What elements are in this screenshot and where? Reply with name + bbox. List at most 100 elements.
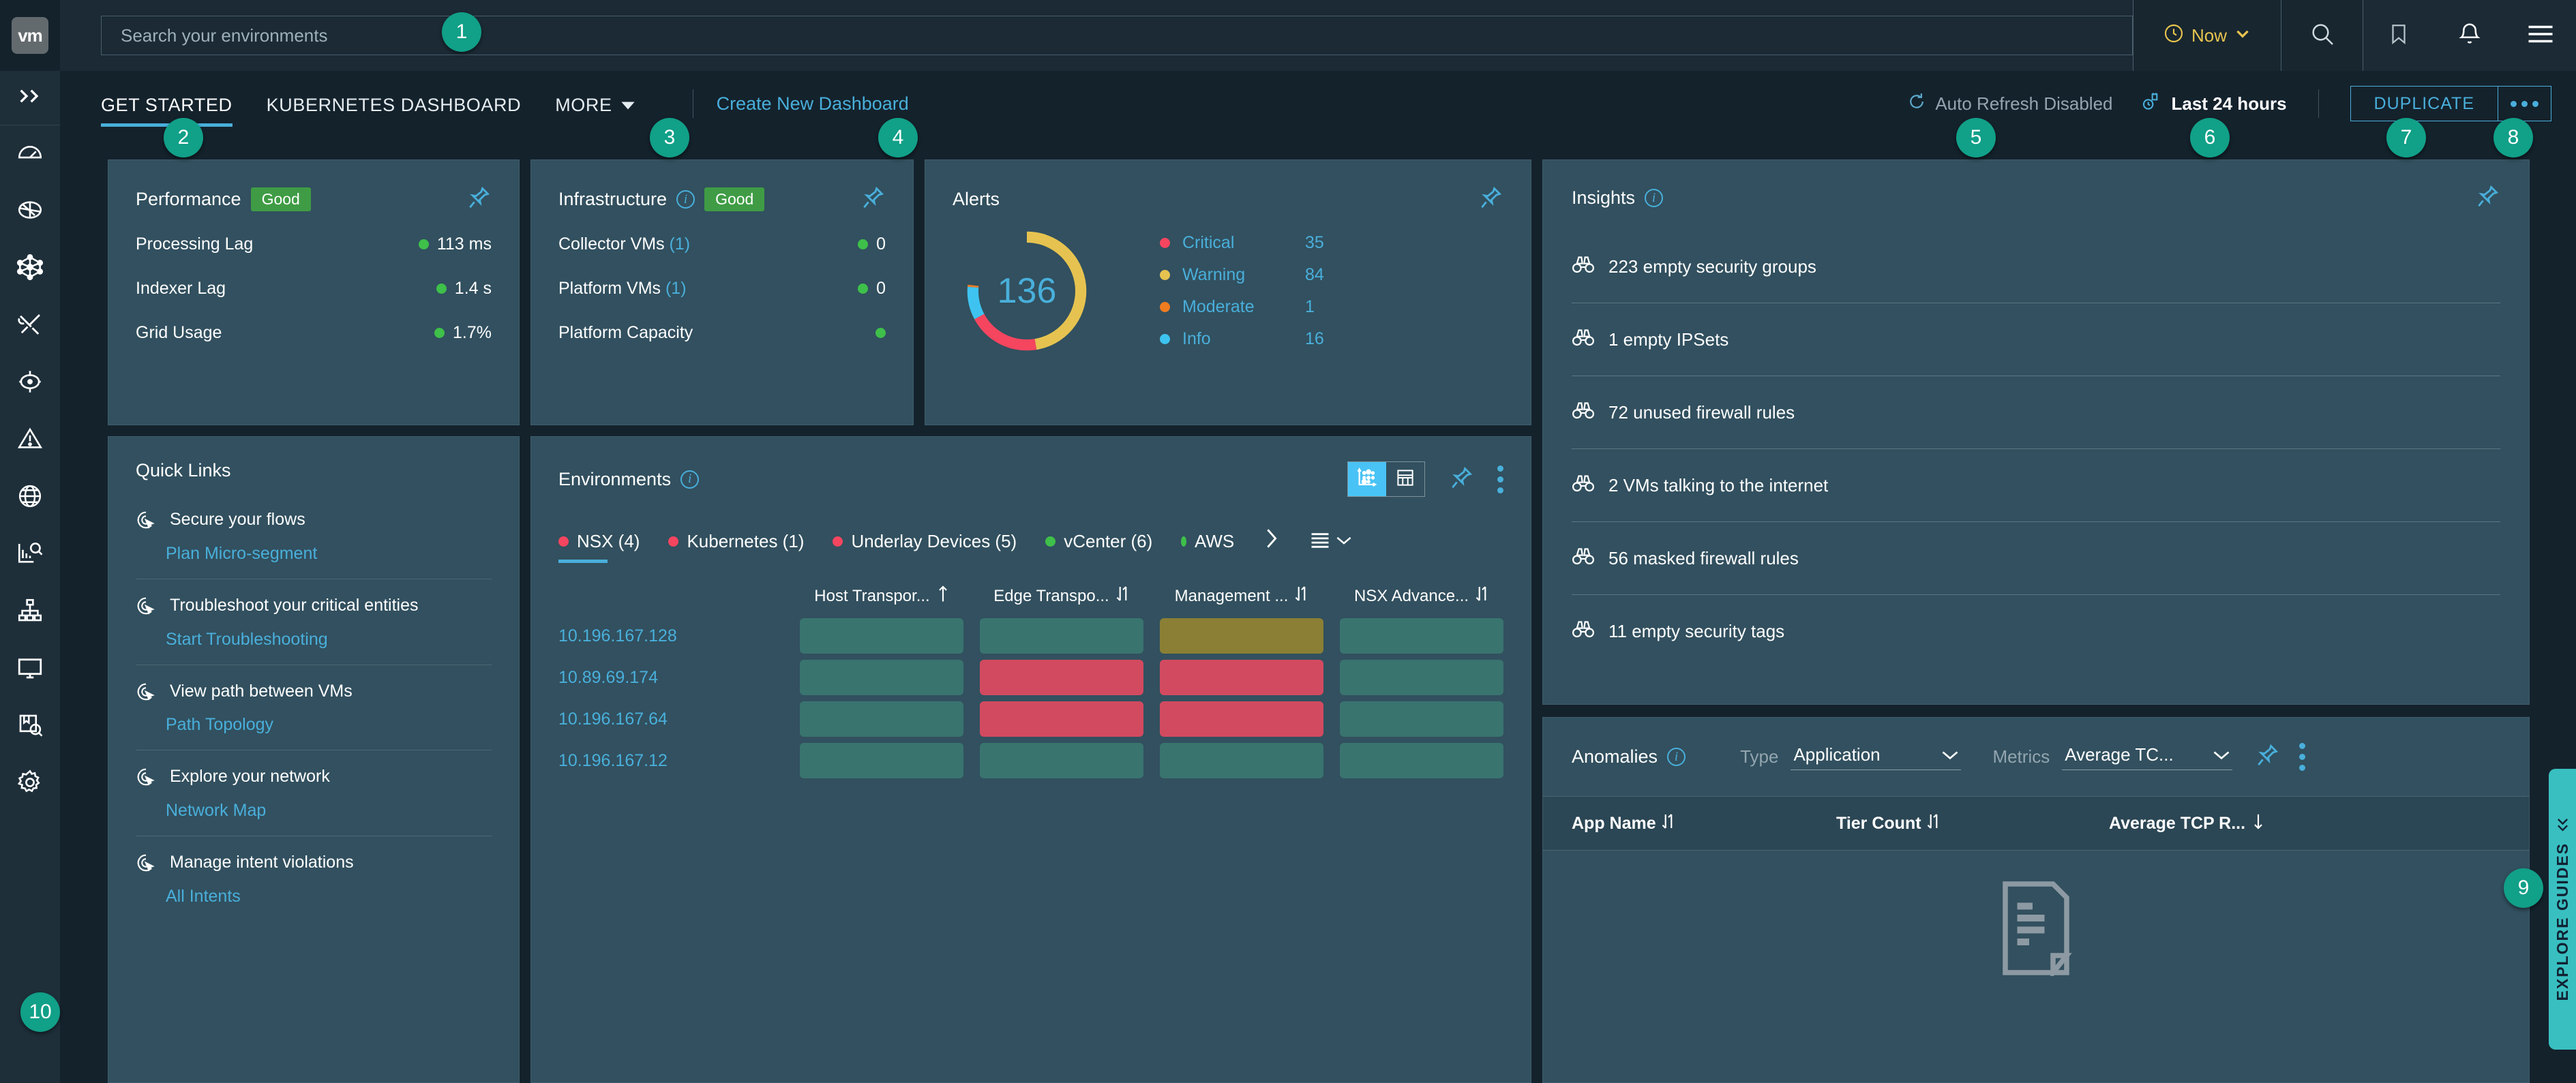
create-new-dashboard-link[interactable]: Create New Dashboard: [717, 93, 909, 115]
insight-item[interactable]: 223 empty security groups: [1572, 245, 2500, 288]
grid-cell[interactable]: [1340, 618, 1503, 654]
grid-row-label[interactable]: 10.196.167.12: [558, 751, 783, 771]
sidebar-item-dashboard[interactable]: [0, 125, 60, 183]
insight-item[interactable]: 72 unused firewall rules: [1572, 391, 2500, 433]
sidebar-item-alerts[interactable]: [0, 412, 60, 469]
metric-count[interactable]: (1): [670, 234, 691, 254]
legend-row[interactable]: Critical 35: [1160, 233, 1324, 253]
insight-item[interactable]: 1 empty IPSets: [1572, 318, 2500, 361]
quick-link-action[interactable]: All Intents: [166, 887, 492, 906]
notifications-button[interactable]: [2434, 0, 2505, 71]
pin-icon[interactable]: [2474, 183, 2500, 213]
expand-rail-button[interactable]: [0, 71, 60, 125]
env-tab-underlay-devices[interactable]: Underlay Devices (5): [833, 531, 1017, 563]
card-menu-button[interactable]: [1497, 465, 1503, 493]
grid-cell[interactable]: [800, 660, 963, 695]
grid-row-label[interactable]: 10.196.167.128: [558, 626, 783, 646]
quick-link-action[interactable]: Start Troubleshooting: [166, 630, 492, 650]
time-now-selector[interactable]: Now: [2133, 0, 2281, 71]
grid-cell[interactable]: [800, 701, 963, 737]
quick-link-item[interactable]: Manage intent violations All Intents: [136, 836, 492, 921]
grid-row-label[interactable]: 10.89.69.174: [558, 668, 783, 688]
column-header-tier-count[interactable]: Tier Count: [1836, 812, 2109, 835]
grid-cell[interactable]: [1160, 743, 1323, 778]
main-menu-button[interactable]: [2505, 0, 2576, 71]
scatter-view-button[interactable]: [1348, 462, 1386, 496]
sidebar-item-topology[interactable]: [0, 240, 60, 297]
sidebar-item-tools[interactable]: [0, 297, 60, 354]
type-filter-select[interactable]: Application: [1791, 744, 1962, 770]
grid-cell[interactable]: [1340, 660, 1503, 695]
grid-cell[interactable]: [1160, 660, 1323, 695]
insight-item[interactable]: 56 masked firewall rules: [1572, 537, 2500, 579]
time-range-button[interactable]: Last 24 hours: [2140, 91, 2287, 117]
tab-get-started[interactable]: GET STARTED: [101, 77, 233, 131]
auto-refresh-button[interactable]: Auto Refresh Disabled: [1906, 91, 2112, 117]
grid-cell[interactable]: [800, 618, 963, 654]
insight-item[interactable]: 2 VMs talking to the internet: [1572, 464, 2500, 506]
sidebar-item-console[interactable]: [0, 641, 60, 698]
env-tabs-list-button[interactable]: [1309, 531, 1351, 563]
env-tab-nsx[interactable]: NSX (4): [558, 531, 640, 563]
pin-icon[interactable]: [2254, 742, 2280, 772]
env-tab-aws[interactable]: AWS: [1181, 531, 1234, 563]
legend-row[interactable]: Moderate 1: [1160, 297, 1324, 317]
grid-cell[interactable]: [1340, 743, 1503, 778]
sidebar-item-analytics[interactable]: [0, 183, 60, 240]
quick-link-action[interactable]: Plan Micro-segment: [166, 544, 492, 564]
sidebar-item-inventory[interactable]: [0, 698, 60, 755]
grid-column-header[interactable]: NSX Advance...: [1340, 585, 1503, 607]
table-view-button[interactable]: [1386, 462, 1424, 496]
env-tabs-next-button[interactable]: [1263, 527, 1280, 563]
sidebar-item-network[interactable]: [0, 469, 60, 526]
app-logo[interactable]: vm: [0, 0, 60, 71]
search-input[interactable]: [101, 16, 2133, 55]
grid-row-label[interactable]: 10.196.167.64: [558, 710, 783, 729]
sidebar-item-hierarchy[interactable]: [0, 583, 60, 641]
sidebar-item-settings[interactable]: [0, 755, 60, 812]
column-header-app-name[interactable]: App Name: [1543, 812, 1836, 835]
grid-cell[interactable]: [980, 660, 1143, 695]
grid-cell[interactable]: [980, 743, 1143, 778]
metric-count[interactable]: (1): [665, 279, 687, 298]
grid-cell[interactable]: [980, 618, 1143, 654]
info-icon[interactable]: i: [1667, 748, 1686, 766]
header-search-button[interactable]: [2281, 0, 2363, 71]
legend-row[interactable]: Info 16: [1160, 329, 1324, 349]
quick-link-item[interactable]: Explore your network Network Map: [136, 750, 492, 836]
info-icon[interactable]: i: [680, 470, 700, 489]
grid-cell[interactable]: [1340, 701, 1503, 737]
quick-link-item[interactable]: Troubleshoot your critical entities Star…: [136, 579, 492, 665]
pin-icon[interactable]: [1448, 465, 1474, 494]
quick-link-item[interactable]: View path between VMs Path Topology: [136, 665, 492, 750]
column-header-avg-tcp[interactable]: Average TCP R...: [2109, 812, 2264, 835]
card-menu-button[interactable]: [2299, 743, 2306, 771]
tab-kubernetes-dashboard[interactable]: KUBERNETES DASHBOARD: [267, 77, 522, 131]
sidebar-item-target[interactable]: [0, 354, 60, 412]
bookmarks-button[interactable]: [2363, 0, 2434, 71]
pin-icon[interactable]: [1478, 185, 1503, 214]
sidebar-item-metrics-search[interactable]: [0, 526, 60, 583]
env-tab-kubernetes[interactable]: Kubernetes (1): [668, 531, 804, 563]
grid-cell[interactable]: [1160, 701, 1323, 737]
insight-item[interactable]: 11 empty security tags: [1572, 610, 2500, 652]
grid-cell[interactable]: [980, 701, 1143, 737]
info-icon[interactable]: i: [676, 190, 695, 209]
tab-more[interactable]: MORE: [555, 77, 635, 131]
grid-column-header[interactable]: Host Transpor...: [800, 585, 963, 607]
pin-icon[interactable]: [466, 185, 492, 214]
metrics-filter-select[interactable]: Average TC...: [2062, 744, 2233, 770]
env-tab-vcenter[interactable]: vCenter (6): [1045, 531, 1152, 563]
pin-icon[interactable]: [860, 185, 886, 214]
info-icon[interactable]: i: [1645, 189, 1664, 207]
legend-row[interactable]: Warning 84: [1160, 265, 1324, 285]
grid-column-header[interactable]: Management ...: [1160, 585, 1323, 607]
grid-column-header[interactable]: Edge Transpo...: [980, 585, 1143, 607]
quick-link-item[interactable]: Secure your flows Plan Micro-segment: [136, 493, 492, 579]
grid-cell[interactable]: [800, 743, 963, 778]
explore-guides-tab[interactable]: EXPLORE GUIDES: [2549, 769, 2576, 1050]
quick-link-action[interactable]: Network Map: [166, 801, 492, 821]
duplicate-button[interactable]: DUPLICATE: [2351, 87, 2498, 121]
quick-link-action[interactable]: Path Topology: [166, 715, 492, 735]
grid-cell[interactable]: [1160, 618, 1323, 654]
